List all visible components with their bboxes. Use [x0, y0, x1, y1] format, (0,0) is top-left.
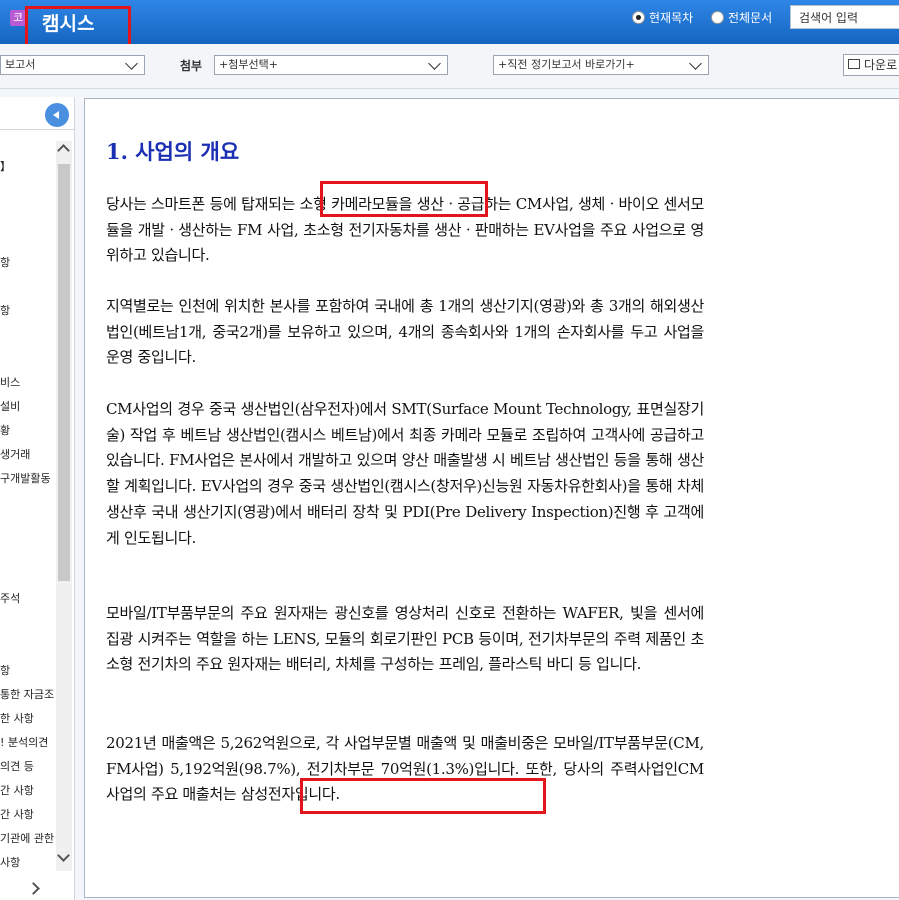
company-name[interactable]: 캠시스 [42, 9, 94, 36]
toc-item[interactable]: 간 사항 [0, 806, 56, 822]
toc-item[interactable]: 비스 [0, 374, 56, 390]
report-select[interactable]: 보고서 [0, 55, 145, 75]
chevron-down-icon [125, 57, 138, 70]
report-select-value: 보고서 [5, 58, 36, 71]
toc-item[interactable]: 통한 자금조 [0, 686, 56, 702]
periodic-report-select[interactable]: +직전 정기보고서 바로가기+ [493, 55, 709, 75]
toc-item[interactable]: 의견 등 [0, 758, 56, 774]
toc-item[interactable]: 항 [0, 254, 56, 270]
toc-item[interactable]: 한 사항 [0, 710, 56, 726]
toc-item[interactable]: 사항 [0, 854, 56, 870]
toc-item[interactable]: ! 분석의견 [0, 734, 56, 750]
attach-select-value: +첨부선택+ [219, 58, 278, 71]
toc-item[interactable]: 】 [0, 158, 56, 174]
toc-item[interactable]: 항 [0, 302, 56, 318]
toc-item[interactable]: 간 사항 [0, 782, 56, 798]
toc-item[interactable]: 주석 [0, 590, 56, 606]
chevron-down-icon [428, 57, 441, 70]
toc-item[interactable]: 황 [0, 422, 56, 438]
sidebar-divider [0, 129, 74, 130]
attach-label: 첨부 [180, 59, 203, 73]
radio-current-section[interactable]: 현재목차 [632, 9, 693, 26]
toc-item[interactable]: 생거래 [0, 446, 56, 462]
radio-current-label: 현재목차 [649, 11, 694, 25]
company-logo-icon: 코 [10, 10, 26, 26]
paragraph: 2021년 매출액은 5,262억원으로, 각 사업부문별 매출액 및 매출비중… [106, 734, 704, 804]
sidebar-scrollbar-thumb[interactable] [58, 164, 70, 581]
download-label: 다운로 [864, 58, 898, 72]
radio-unselected-icon[interactable] [711, 11, 724, 24]
toc-item[interactable]: 구개발활동 [0, 470, 56, 486]
toc-item[interactable]: 항 [0, 662, 56, 678]
radio-all-label: 전체문서 [728, 11, 773, 25]
download-button[interactable]: 다운로 [843, 54, 899, 76]
radio-selected-icon[interactable] [632, 11, 645, 24]
monitor-icon [848, 59, 860, 69]
paragraph: 당사는 스마트폰 등에 탑재되는 소형 카메라모듈을 생산ㆍ공급하는 CM사업,… [106, 195, 704, 265]
paragraph: CM사업의 경우 중국 생산법인(삼우전자)에서 SMT(Surface Mou… [106, 400, 704, 547]
section-heading: 1. 사업의 개요 [106, 139, 240, 164]
app-header: 코 캠시스 현재목차 전체문서 검색어 입력 [0, 0, 899, 44]
toc-item[interactable]: 기관에 관한 [0, 830, 56, 846]
sidebar-collapse-button[interactable] [45, 103, 69, 127]
search-input[interactable]: 검색어 입력 [790, 5, 899, 29]
attach-select[interactable]: +첨부선택+ [214, 55, 448, 75]
toc-item[interactable]: 설비 [0, 398, 56, 414]
chevron-down-icon [689, 57, 702, 70]
radio-whole-document[interactable]: 전체문서 [711, 9, 772, 26]
toolbar: 보고서 첨부 +첨부선택+ +직전 정기보고서 바로가기+ 다운로 [0, 44, 899, 89]
periodic-select-value: +직전 정기보고서 바로가기+ [498, 58, 635, 71]
paragraph: 지역별로는 인천에 위치한 본사를 포함하여 국내에 총 1개의 생산기지(영광… [106, 297, 704, 367]
paragraph: 모바일/IT부품부문의 주요 원자재는 광신호를 영상처리 신호로 전환하는 W… [106, 604, 704, 674]
